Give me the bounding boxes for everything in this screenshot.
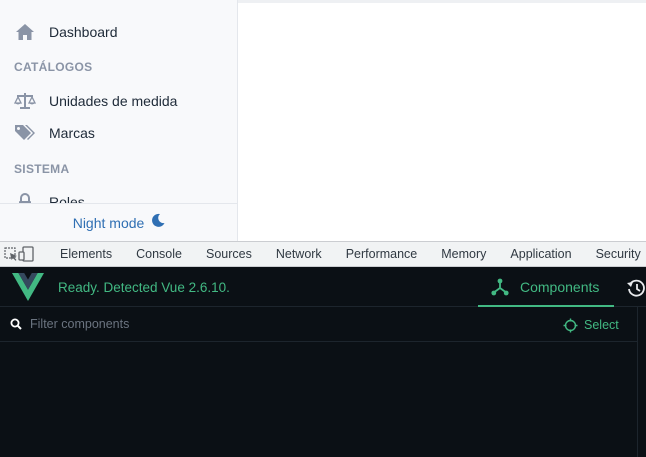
tab-components[interactable]: Components: [478, 267, 614, 307]
vue-detection-status: Ready. Detected Vue 2.6.10.: [58, 280, 230, 295]
inspect-element-icon[interactable]: [4, 242, 18, 266]
tags-icon: [14, 123, 36, 143]
sidebar: Dashboard CATÁLOGOS Unidades de medida M…: [0, 0, 238, 241]
search-icon: [10, 318, 22, 330]
tab-sources[interactable]: Sources: [194, 242, 264, 266]
vue-devtools-header: Ready. Detected Vue 2.6.10. Components: [0, 267, 646, 307]
sidebar-item-unidades-de-medida[interactable]: Unidades de medida: [0, 87, 237, 115]
device-toolbar-icon[interactable]: [18, 242, 34, 266]
devtools-tab-bar: Elements Console Sources Network Perform…: [0, 241, 646, 267]
vue-logo-icon: [12, 273, 44, 301]
filter-components-input[interactable]: [30, 314, 450, 334]
night-mode-label: Night mode: [72, 214, 145, 231]
tab-network[interactable]: Network: [264, 242, 334, 266]
sidebar-item-roles[interactable]: Roles: [0, 188, 237, 203]
sidebar-item-label: Roles: [49, 194, 85, 203]
app-window: Dashboard CATÁLOGOS Unidades de medida M…: [0, 0, 646, 241]
lock-icon: [14, 192, 36, 203]
tab-security[interactable]: Security: [584, 242, 646, 266]
select-component-button[interactable]: Select: [563, 316, 619, 334]
history-icon[interactable]: [626, 278, 646, 298]
moon-icon: [151, 213, 165, 232]
sidebar-scroll-area[interactable]: Dashboard CATÁLOGOS Unidades de medida M…: [0, 0, 237, 203]
sidebar-item-dashboard[interactable]: Dashboard: [0, 18, 237, 46]
section-heading-sistema: SISTEMA: [14, 162, 70, 176]
night-mode-toggle[interactable]: Night mode: [0, 203, 237, 241]
filter-bar: Select: [0, 307, 638, 342]
tab-application[interactable]: Application: [498, 242, 583, 266]
components-tree-icon: [491, 278, 509, 296]
crosshair-icon: [563, 318, 578, 332]
tab-memory[interactable]: Memory: [429, 242, 498, 266]
home-icon: [14, 22, 36, 42]
balance-scale-icon: [14, 91, 36, 111]
select-button-label: Select: [584, 318, 619, 332]
panel-divider: [637, 307, 638, 457]
section-heading-catalogos: CATÁLOGOS: [14, 60, 93, 74]
sidebar-item-label: Marcas: [49, 125, 95, 141]
vue-devtools-panel: Ready. Detected Vue 2.6.10. Components F…: [0, 267, 646, 457]
components-tab-label: Components: [520, 279, 600, 295]
tab-elements[interactable]: Elements: [48, 242, 124, 266]
sidebar-item-marcas[interactable]: Marcas: [0, 119, 237, 147]
main-content: [238, 0, 646, 241]
sidebar-item-label: Unidades de medida: [49, 93, 178, 109]
sidebar-item-label: Dashboard: [49, 24, 118, 40]
tab-console[interactable]: Console: [124, 242, 194, 266]
tab-performance[interactable]: Performance: [334, 242, 430, 266]
